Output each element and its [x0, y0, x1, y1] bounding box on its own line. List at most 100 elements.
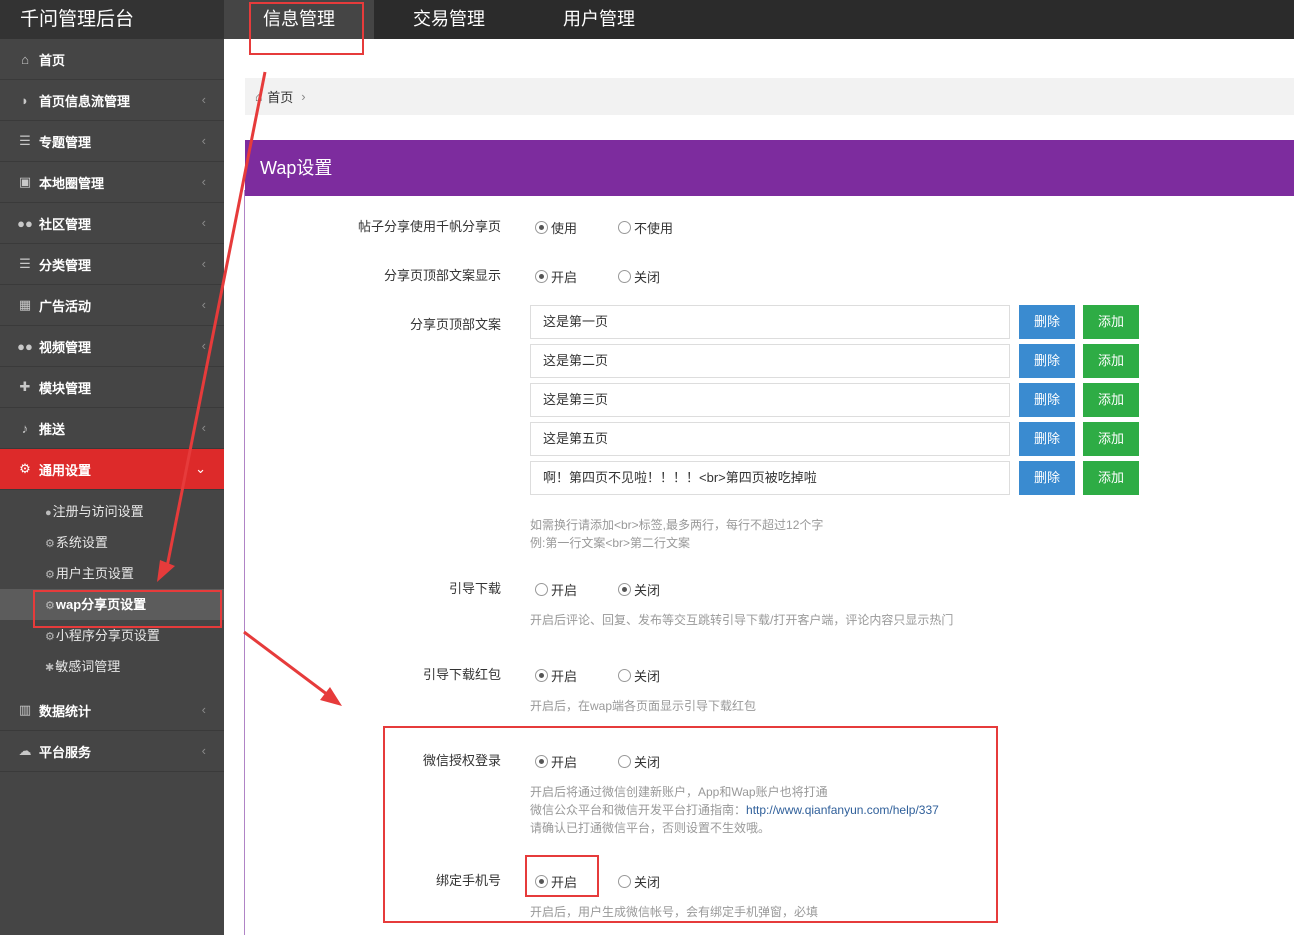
radio-label: 开启 [551, 669, 578, 684]
guide-download-label: 引导下载 [448, 581, 501, 596]
sidebar-item-label: 数据统计 [39, 703, 92, 719]
post-share-use-radio[interactable]: 使用 [535, 218, 577, 237]
sidebar-item-label: 专题管理 [39, 134, 92, 150]
bar-chart-icon: ▥ [18, 702, 32, 717]
chevron-right-icon: › [301, 89, 306, 104]
chevron-left-icon: ‹ [201, 133, 206, 148]
list-icon: ☰ [19, 133, 31, 148]
gears-icon: ⚙ [45, 538, 55, 550]
add-button[interactable]: 添加 [1083, 305, 1139, 339]
radio-label: 关闭 [634, 583, 661, 598]
radio-dot [618, 669, 631, 682]
add-button[interactable]: 添加 [1083, 344, 1139, 378]
sidebar-item-push[interactable]: ♪ 推送 ‹ [0, 408, 224, 449]
sidebar-item-module[interactable]: ✚ 模块管理 [0, 367, 224, 408]
delete-button[interactable]: 删除 [1019, 461, 1075, 495]
add-button[interactable]: 添加 [1083, 422, 1139, 456]
sidebar-item-video[interactable]: ●● 视频管理 ‹ [0, 326, 224, 367]
gears-icon: ⚙ [45, 569, 55, 581]
radio-dot [535, 270, 548, 283]
delete-button[interactable]: 删除 [1019, 344, 1075, 378]
top-copy-input[interactable]: 这是第一页 [530, 305, 1010, 339]
panel-title: Wap设置 [245, 140, 1294, 196]
list-icon: ☰ [19, 256, 31, 271]
delete-button[interactable]: 删除 [1019, 422, 1075, 456]
sidebar-item-label: 首页 [39, 52, 66, 68]
add-button[interactable]: 添加 [1083, 383, 1139, 417]
sidebar-item-stats[interactable]: ▥ 数据统计 ‹ [0, 690, 224, 731]
breadcrumb-home[interactable]: 首页 [267, 87, 293, 106]
app-title: 千问管理后台 [0, 0, 224, 39]
radio-label: 关闭 [634, 270, 661, 285]
radio-label: 关闭 [634, 669, 661, 684]
gears-icon: ⚙ [19, 461, 31, 476]
top-copy-show-off-radio[interactable]: 关闭 [618, 267, 660, 286]
sidebar-item-local[interactable]: ▣ 本地圈管理 ‹ [0, 162, 224, 203]
sidebar-item-category[interactable]: ☰ 分类管理 ‹ [0, 244, 224, 285]
guide-redpack-on-radio[interactable]: 开启 [535, 666, 577, 685]
chevron-left-icon: ‹ [201, 256, 206, 271]
sidebar-item-label: 分类管理 [39, 257, 92, 273]
chevron-left-icon: ‹ [201, 743, 206, 758]
gear-icon: ⚙ [45, 631, 55, 643]
hint-line: 如需换行请添加<br>标签,最多两行，每行不超过12个字 [530, 518, 824, 532]
top-copy-input[interactable]: 这是第二页 [530, 344, 1010, 378]
sidebar-subitem-system[interactable]: ⚙系统设置 [0, 527, 224, 558]
sidebar-subitem-register[interactable]: ●注册与访问设置 [0, 496, 224, 527]
sidebar: ⌂ 首页 ◗ 首页信息流管理 ‹ ☰ 专题管理 ‹ ▣ 本地圈管理 ‹ ●● 社… [0, 39, 224, 935]
sidebar-item-ads[interactable]: ▦ 广告活动 ‹ [0, 285, 224, 326]
breadcrumb: ⌂ 首页 › [245, 78, 1294, 115]
top-copy-hint: 如需换行请添加<br>标签,最多两行，每行不超过12个字 例:第一行文案<br>… [530, 516, 823, 552]
sidebar-item-platform[interactable]: ☁ 平台服务 ‹ [0, 731, 224, 772]
guide-download-hint: 开启后评论、回复、发布等交互跳转引导下载/打开客户端，评论内容只显示热门 [530, 613, 954, 627]
delete-button[interactable]: 删除 [1019, 305, 1075, 339]
home-icon: ⌂ [255, 89, 263, 104]
tab-user-management[interactable]: 用户管理 [524, 0, 674, 39]
sidebar-subitem-label: 系统设置 [55, 535, 108, 550]
sidebar-item-feed[interactable]: ◗ 首页信息流管理 ‹ [0, 80, 224, 121]
guide-download-off-radio[interactable]: 关闭 [618, 580, 660, 599]
guide-download-on-radio[interactable]: 开启 [535, 580, 577, 599]
sidebar-item-community[interactable]: ●● 社区管理 ‹ [0, 203, 224, 244]
sidebar-subitem-label: 小程序分享页设置 [55, 628, 160, 643]
annotation-box-bind-phone-on [525, 855, 599, 897]
annotation-box-top-tab [249, 2, 364, 55]
sidebar-item-general-settings[interactable]: ⚙ 通用设置 ⌄ [0, 449, 224, 490]
puzzle-icon: ✚ [19, 379, 31, 394]
user-icon: ● [45, 507, 52, 519]
sidebar-item-label: 通用设置 [39, 462, 92, 478]
radio-label: 开启 [551, 270, 578, 285]
sidebar-item-label: 平台服务 [39, 744, 92, 760]
annotation-box-wechat-section [383, 726, 998, 923]
top-copy-show-on-radio[interactable]: 开启 [535, 267, 577, 286]
delete-button[interactable]: 删除 [1019, 383, 1075, 417]
sidebar-item-topic[interactable]: ☰ 专题管理 ‹ [0, 121, 224, 162]
sidebar-subitem-label: 用户主页设置 [55, 566, 134, 581]
cloud-icon: ☁ [18, 743, 32, 758]
top-copy-input[interactable]: 这是第五页 [530, 422, 1010, 456]
guide-redpack-hint: 开启后，在wap端各页面显示引导下载红包 [530, 699, 757, 713]
sidebar-item-label: 本地圈管理 [39, 175, 105, 191]
radio-dot [535, 669, 548, 682]
top-copy-input[interactable]: 这是第三页 [530, 383, 1010, 417]
bell-icon: ♪ [21, 420, 29, 436]
radio-dot [535, 221, 548, 234]
chevron-left-icon: ‹ [201, 420, 206, 435]
add-button[interactable]: 添加 [1083, 461, 1139, 495]
users-icon: ●● [17, 338, 33, 354]
radio-dot [618, 221, 631, 234]
sidebar-item-home[interactable]: ⌂ 首页 [0, 39, 224, 80]
radio-label: 使用 [551, 221, 578, 236]
chevron-left-icon: ‹ [201, 338, 206, 353]
post-share-nouse-radio[interactable]: 不使用 [618, 218, 673, 237]
sidebar-subitem-sensitive-words[interactable]: ✱敏感词管理 [0, 651, 224, 682]
sidebar-subitem-user-home[interactable]: ⚙用户主页设置 [0, 558, 224, 589]
calendar-icon: ▦ [18, 297, 32, 312]
chevron-left-icon: ‹ [201, 174, 206, 189]
sidebar-item-label: 视频管理 [39, 339, 92, 355]
guide-redpack-off-radio[interactable]: 关闭 [618, 666, 660, 685]
rss-icon: ◗ [21, 92, 29, 108]
tab-trade-management[interactable]: 交易管理 [374, 0, 524, 39]
top-copy-input[interactable]: 啊！第四页不见啦！！！！<br>第四页被吃掉啦 [530, 461, 1010, 495]
radio-dot [618, 270, 631, 283]
